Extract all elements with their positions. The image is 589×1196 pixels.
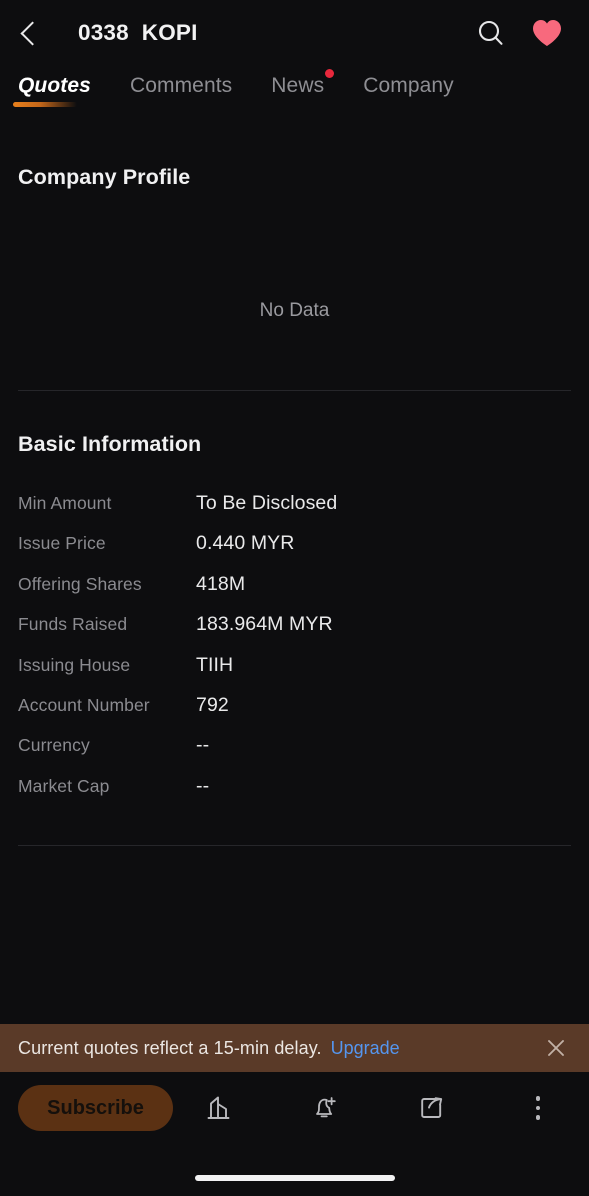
bottom-action-bar: Subscribe (0, 1072, 589, 1196)
bell-add-icon (316, 1097, 337, 1118)
favorite-button[interactable] (527, 13, 567, 53)
banner-close-button[interactable] (541, 1033, 571, 1063)
tab-comments[interactable]: Comments (130, 74, 232, 107)
row-value: 418M (196, 572, 246, 595)
row-value: 792 (196, 693, 229, 716)
company-profile-heading: Company Profile (18, 165, 191, 189)
basic-information-heading: Basic Information (18, 432, 202, 456)
table-row: Funds Raised 183.964M MYR (0, 613, 589, 653)
tab-company-label: Company (363, 74, 454, 97)
tab-quotes[interactable]: Quotes (13, 74, 91, 107)
tab-news[interactable]: News (271, 69, 335, 107)
table-row: Min Amount To Be Disclosed (0, 492, 589, 532)
app-header: 0338 KOPI (0, 0, 589, 66)
share-icon (420, 1097, 442, 1118)
row-label: Offering Shares (18, 573, 142, 594)
more-vertical-icon (535, 1096, 541, 1120)
tab-bar: Quotes Comments News Company (0, 69, 589, 116)
row-label: Funds Raised (18, 614, 128, 635)
subscribe-button[interactable]: Subscribe (18, 1085, 173, 1131)
tab-quotes-label: Quotes (18, 74, 91, 97)
row-value: 0.440 MYR (196, 532, 295, 555)
table-row: Account Number 792 (0, 694, 589, 734)
row-label: Issuing House (18, 654, 131, 675)
search-button[interactable] (471, 13, 511, 53)
row-label: Issue Price (18, 533, 106, 554)
back-button[interactable] (4, 5, 60, 61)
row-label: Account Number (18, 694, 150, 715)
heart-icon (533, 20, 561, 46)
tab-company[interactable]: Company (363, 74, 454, 107)
section-divider-1 (18, 390, 571, 391)
tab-news-label: News (271, 74, 325, 97)
page-title: 0338 KOPI (78, 20, 198, 45)
row-value: TIIH (196, 653, 234, 676)
row-label: Market Cap (18, 775, 110, 796)
row-value: -- (196, 734, 210, 757)
row-value: To Be Disclosed (196, 492, 338, 514)
row-label: Currency (18, 735, 90, 756)
bottom-icon-group (196, 1085, 571, 1131)
chevron-left-icon (19, 20, 45, 46)
exchange-button[interactable] (196, 1085, 242, 1131)
company-profile-empty-state: No Data (259, 300, 330, 321)
news-notification-badge (325, 69, 335, 78)
search-icon (478, 20, 503, 45)
row-label: Min Amount (18, 493, 112, 513)
quote-delay-banner: Current quotes reflect a 15-min delay. U… (0, 1024, 589, 1072)
table-row: Offering Shares 418M (0, 573, 589, 613)
header-actions (471, 13, 589, 53)
tab-active-underline (13, 102, 77, 107)
share-button[interactable] (409, 1085, 455, 1131)
quote-delay-text: Current quotes reflect a 15-min delay. (18, 1037, 322, 1058)
table-row: Market Cap -- (0, 775, 589, 815)
row-value: -- (196, 774, 210, 797)
basic-information-list: Min Amount To Be Disclosed Issue Price 0… (0, 492, 589, 815)
more-options-button[interactable] (515, 1085, 561, 1131)
table-row: Currency -- (0, 734, 589, 774)
table-row: Issuing House TIIH (0, 654, 589, 694)
tab-comments-label: Comments (129, 74, 233, 97)
alert-button[interactable] (302, 1085, 348, 1131)
close-icon (548, 1040, 564, 1056)
table-row: Issue Price 0.440 MYR (0, 532, 589, 572)
section-divider-2 (18, 845, 571, 846)
row-value: 183.964M MYR (196, 613, 333, 636)
exchange-building-icon (207, 1096, 230, 1119)
upgrade-link[interactable]: Upgrade (331, 1038, 400, 1059)
stock-detail-screen: 0338 KOPI Quotes Comments News Company C… (0, 0, 589, 1196)
home-indicator (194, 1175, 395, 1181)
